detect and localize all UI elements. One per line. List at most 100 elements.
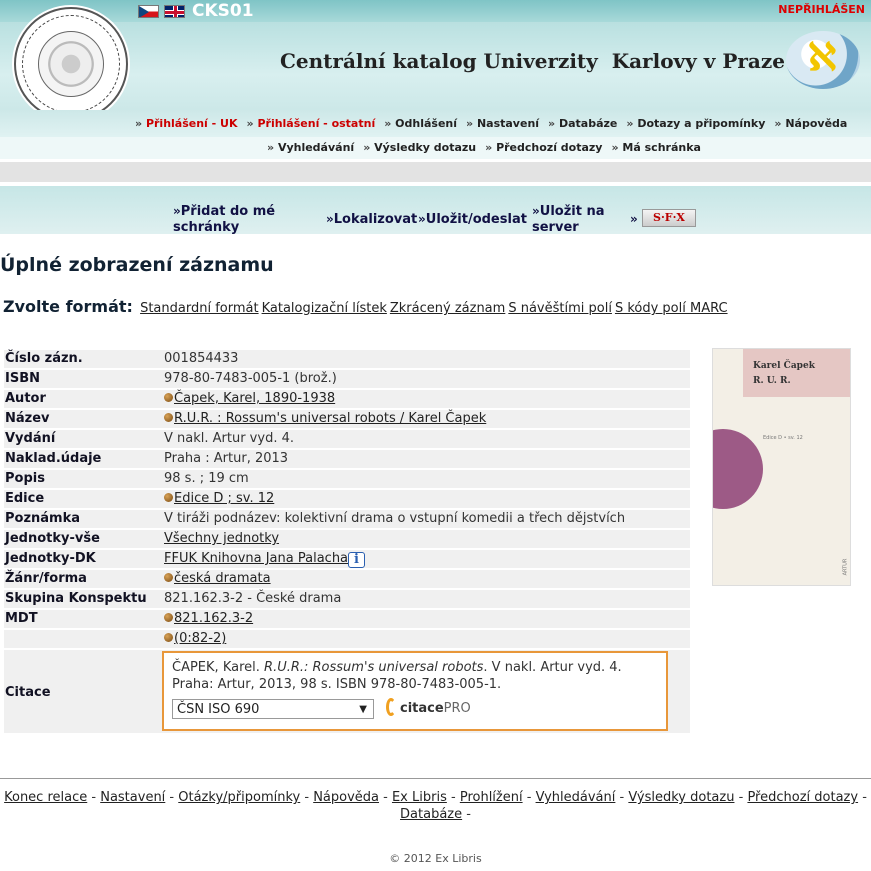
- save-send-button[interactable]: »Uložit/odeslat: [418, 211, 527, 228]
- page-title: Úplné zobrazení záznamu: [0, 254, 274, 276]
- footer-link-2[interactable]: Otázky/připomínky: [178, 790, 300, 805]
- copyright: © 2012 Ex Libris: [389, 852, 482, 865]
- nav-link-6[interactable]: » Nápověda: [774, 117, 847, 130]
- nav-secondary-items: » Vyhledávání » Výsledky dotazu » Předchoz…: [267, 141, 710, 154]
- nav-link-secondary-1[interactable]: » Výsledky dotazu: [363, 141, 476, 154]
- field-value: Edice D ; sv. 12: [162, 490, 690, 508]
- citation-author: ČAPEK, Karel.: [172, 660, 260, 675]
- citation-controls: ČSN ISO 690 ▼ citacePRO: [172, 698, 658, 724]
- format-link-0[interactable]: Standardní formát: [140, 301, 259, 316]
- nav-link-label: Předchozí dotazy: [496, 141, 603, 154]
- site-code: CKS01: [192, 1, 254, 21]
- field-label: Číslo zázn.: [4, 350, 162, 368]
- format-link-4[interactable]: S kódy polí MARC: [615, 301, 728, 316]
- footer-link-5[interactable]: Prohlížení: [460, 790, 523, 805]
- field-value: R.U.R. : Rossum's universal robots / Kar…: [162, 410, 690, 428]
- citacepro-mark-icon: [386, 698, 396, 716]
- university-seal-icon: [14, 7, 128, 121]
- field-link[interactable]: FFUK Knihovna Jana Palacha: [164, 551, 348, 566]
- save-server-button[interactable]: »Uložit na server: [532, 203, 622, 236]
- field-label: MDT: [4, 610, 162, 628]
- nav-link-label: Má schránka: [622, 141, 701, 154]
- page-header-title: Centrální katalog Univerzity Karlovy v P…: [280, 49, 785, 73]
- citation-text: ČAPEK, Karel. R.U.R.: Rossum's universal…: [172, 659, 658, 693]
- nav-link-1[interactable]: » Přihlášení - ostatní: [247, 117, 376, 130]
- table-row: Edice Edice D ; sv. 12: [4, 490, 690, 508]
- add-to-basket-button[interactable]: »Přidat do mé schránky: [173, 203, 303, 236]
- field-link[interactable]: Všechny jednotky: [164, 531, 279, 546]
- bullet-icon: [164, 613, 173, 622]
- nav-link-secondary-0[interactable]: » Vyhledávání: [267, 141, 354, 154]
- table-row: Autor Čapek, Karel, 1890-1938: [4, 390, 690, 408]
- citation-style-select[interactable]: ČSN ISO 690 ▼: [172, 699, 374, 719]
- footer-link-4[interactable]: Ex Libris: [392, 790, 447, 805]
- czech-flag-icon[interactable]: [138, 5, 159, 18]
- nav-link-4[interactable]: » Databáze: [548, 117, 617, 130]
- footer-links: Konec relace - Nastavení - Otázky/připom…: [0, 789, 871, 823]
- nav-row-secondary: » Vyhledávání » Výsledky dotazu » Předchoz…: [0, 137, 871, 159]
- bullet-icon: [164, 633, 173, 642]
- localize-button[interactable]: »Lokalizovat: [326, 211, 417, 228]
- nav-link-5[interactable]: » Dotazy a připomínky: [626, 117, 765, 130]
- table-row: Popis 98 s. ; 19 cm: [4, 470, 690, 488]
- table-row: ISBN 978-80-7483-005-1 (brož.): [4, 370, 690, 388]
- field-label: [4, 630, 162, 648]
- arrow-icon: »: [384, 117, 396, 130]
- table-row: Poznámka V tiráži podnázev: kolektivní dr…: [4, 510, 690, 528]
- footer-link-1[interactable]: Nastavení: [100, 790, 165, 805]
- table-row: Jednotky-vše Všechny jednotky: [4, 530, 690, 548]
- record-table: Číslo zázn. 001854433 ISBN 978-80-7483-005-…: [4, 348, 690, 735]
- uk-flag-icon[interactable]: [164, 5, 185, 18]
- nav-link-secondary-3[interactable]: » Má schránka: [611, 141, 700, 154]
- arrow-icon: »: [246, 117, 258, 130]
- field-link[interactable]: (0:82-2): [174, 631, 226, 646]
- cover-author: Karel Čapek: [753, 361, 815, 371]
- arrow-icon: »: [630, 212, 638, 226]
- field-link[interactable]: R.U.R. : Rossum's universal robots / Kar…: [174, 411, 486, 426]
- field-link[interactable]: 821.162.3-2: [174, 611, 253, 626]
- bullet-icon: [164, 573, 173, 582]
- nav-link-3[interactable]: » Nastavení: [466, 117, 539, 130]
- add-to-basket-label: Přidat do mé schránky: [173, 204, 276, 235]
- format-link-2[interactable]: Zkrácený záznam: [390, 301, 505, 316]
- arrow-icon: »: [135, 117, 146, 130]
- bullet-icon: [164, 413, 173, 422]
- cover-spine-text: ARTUR: [842, 558, 849, 576]
- footer-link-9[interactable]: Databáze: [400, 807, 462, 822]
- arrow-icon: »: [548, 117, 559, 130]
- format-link-1[interactable]: Katalogizační lístek: [262, 301, 387, 316]
- nav-link-0[interactable]: » Přihlášení - UK: [135, 117, 238, 130]
- field-link[interactable]: Čapek, Karel, 1890-1938: [174, 391, 335, 406]
- footer-link-7[interactable]: Výsledky dotazu: [628, 790, 734, 805]
- footer-link-3[interactable]: Nápověda: [313, 790, 379, 805]
- save-send-label: Uložit/odeslat: [425, 212, 527, 227]
- footer-link-8[interactable]: Předchozí dotazy: [747, 790, 858, 805]
- field-label: Skupina Konspektu: [4, 590, 162, 608]
- table-row: Skupina Konspektu 821.162.3-2 - České dra…: [4, 590, 690, 608]
- field-text: Praha : Artur, 2013: [164, 451, 289, 466]
- book-cover-image: Karel Čapek R. U. R. Edice D • sv. 12 AR…: [712, 348, 851, 586]
- info-icon[interactable]: i: [348, 552, 366, 568]
- cover-small-text: Edice D • sv. 12: [763, 435, 803, 441]
- arrow-icon: »: [267, 141, 278, 154]
- field-label: Jednotky-vše: [4, 530, 162, 548]
- sfx-button[interactable]: S·F·X: [642, 209, 696, 227]
- separator-band: [0, 162, 871, 182]
- field-value: 98 s. ; 19 cm: [162, 470, 690, 488]
- nav-link-label: Vyhledávání: [277, 141, 355, 154]
- field-value: (0:82-2): [162, 630, 690, 648]
- footer-link-0[interactable]: Konec relace: [4, 790, 87, 805]
- nav-primary-items: » Přihlášení - UK» Přihlášení - ostatní»…: [135, 117, 856, 130]
- format-link-3[interactable]: S návěštími polí: [508, 301, 612, 316]
- citacepro-logo[interactable]: citacePRO: [386, 698, 471, 717]
- save-server-label: Uložit na server: [532, 204, 605, 235]
- footer-separator: -: [615, 790, 629, 805]
- footer-link-6[interactable]: Vyhledávání: [536, 790, 616, 805]
- field-link[interactable]: Edice D ; sv. 12: [174, 491, 274, 506]
- nav-link-secondary-2[interactable]: » Předchozí dotazy: [485, 141, 602, 154]
- field-link[interactable]: česká dramata: [174, 571, 271, 586]
- field-text: V tiráži podnázev: kolektivní drama o vs…: [164, 511, 626, 526]
- nav-link-2[interactable]: » Odhlášení: [384, 117, 457, 130]
- field-value: Praha : Artur, 2013: [162, 450, 690, 468]
- field-label: Edice: [4, 490, 162, 508]
